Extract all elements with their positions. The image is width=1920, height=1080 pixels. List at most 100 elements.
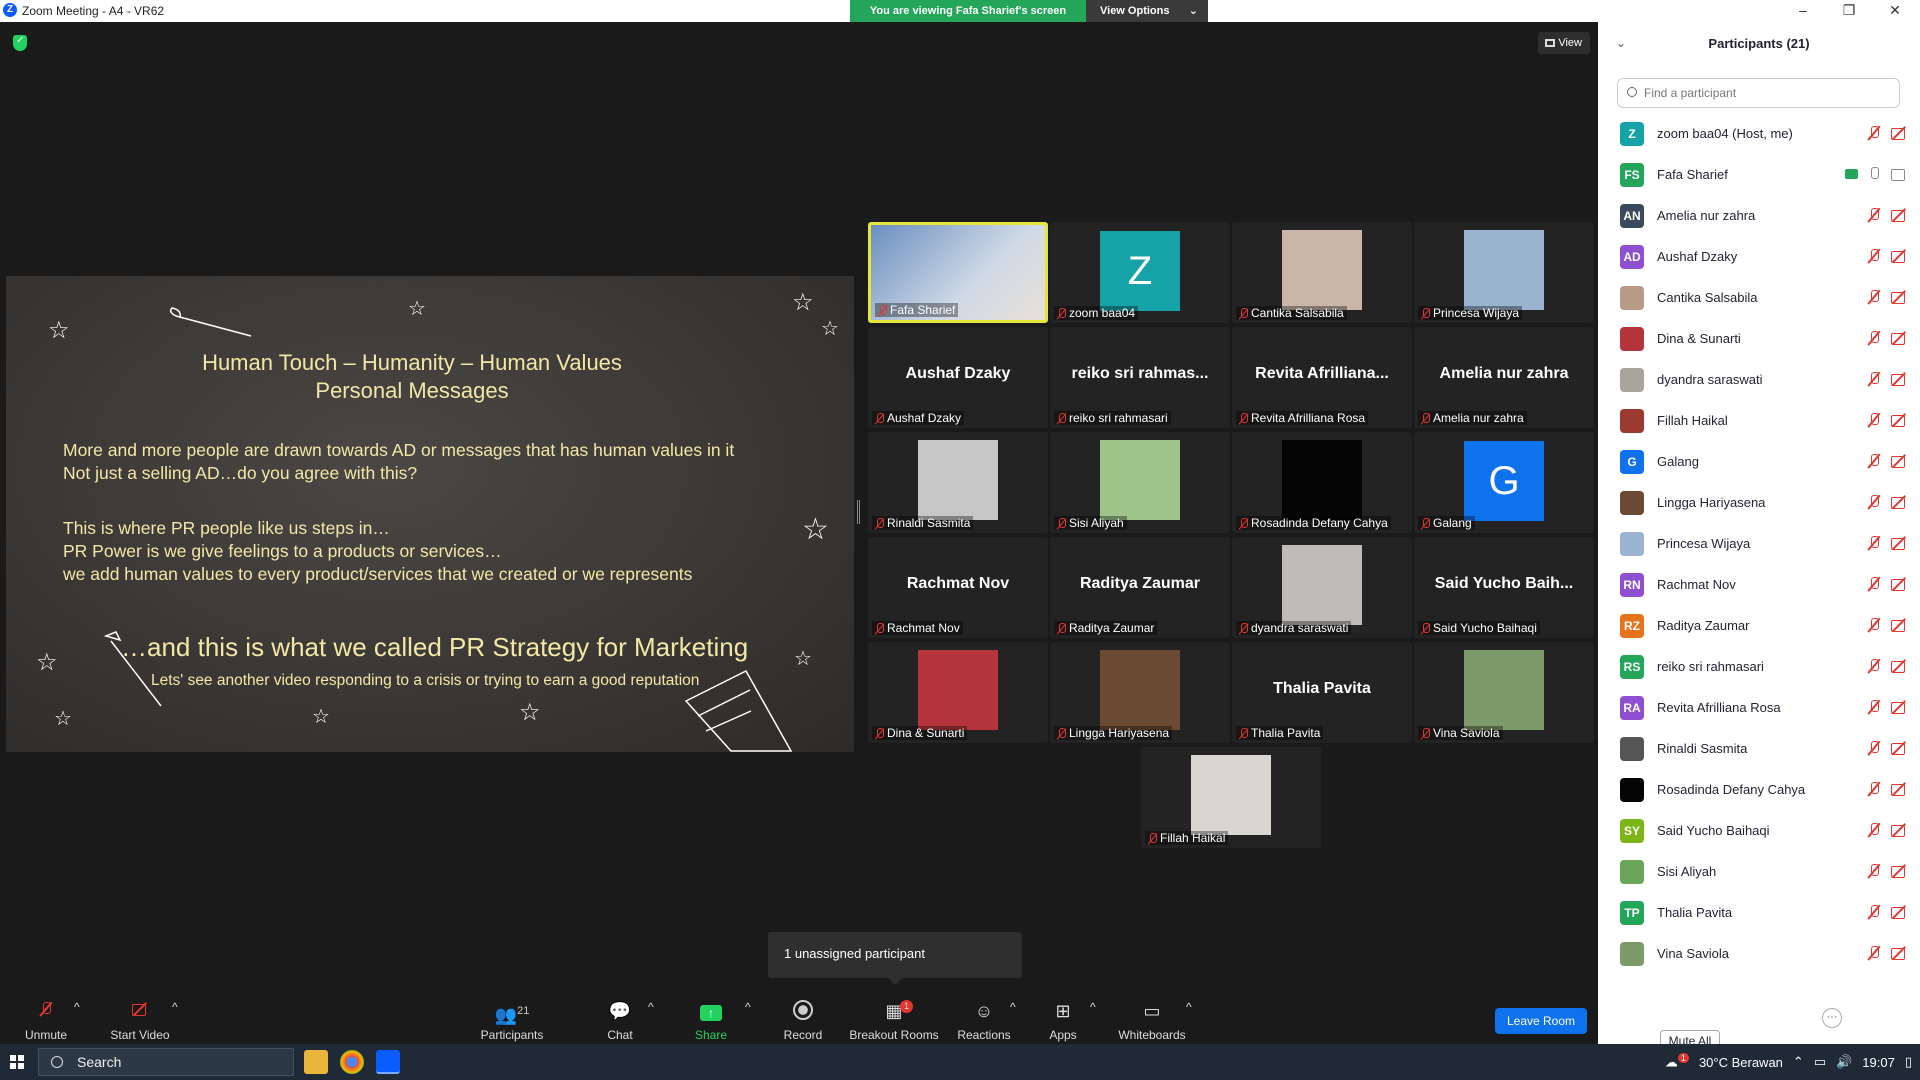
- muted-mic-icon[interactable]: [1868, 863, 1880, 879]
- video-off-icon[interactable]: [1890, 781, 1908, 797]
- file-explorer-icon[interactable]: [304, 1050, 328, 1074]
- audio-caret-button[interactable]: ^: [74, 1000, 80, 1014]
- video-off-icon[interactable]: [1890, 248, 1908, 264]
- video-tile[interactable]: Zzoom baa04: [1050, 222, 1230, 323]
- mic-icon[interactable]: [1868, 166, 1880, 182]
- muted-mic-icon[interactable]: [1868, 740, 1880, 756]
- record-button[interactable]: Record: [780, 1000, 826, 1042]
- video-tile[interactable]: reiko sri rahmas... reiko sri rahmasari: [1050, 327, 1230, 428]
- participant-row[interactable]: Cantika Salsabila: [1598, 277, 1920, 318]
- tray-chevron-icon[interactable]: ⌃: [1793, 1054, 1804, 1070]
- video-tile[interactable]: Cantika Salsabila: [1232, 222, 1412, 323]
- participant-row[interactable]: AD Aushaf Dzaky: [1598, 236, 1920, 277]
- encryption-shield-icon[interactable]: [13, 35, 27, 51]
- view-options-button[interactable]: View Options ⌄: [1086, 0, 1208, 22]
- view-button[interactable]: View: [1538, 32, 1590, 54]
- muted-mic-icon[interactable]: [1868, 248, 1880, 264]
- participant-row[interactable]: Dina & Sunarti: [1598, 318, 1920, 359]
- video-off-icon[interactable]: [1890, 289, 1908, 305]
- video-off-icon[interactable]: [1890, 125, 1908, 141]
- video-off-icon[interactable]: [1890, 330, 1908, 346]
- video-off-icon[interactable]: [1890, 453, 1908, 469]
- muted-mic-icon[interactable]: [1868, 699, 1880, 715]
- unassigned-participant-toast[interactable]: 1 unassigned participant: [768, 932, 1022, 985]
- participant-row[interactable]: Zzoom baa04 (Host, me): [1598, 113, 1920, 154]
- maximize-button[interactable]: ❐: [1826, 0, 1872, 22]
- share-caret-button[interactable]: ^: [745, 1000, 751, 1014]
- muted-mic-icon[interactable]: [1868, 207, 1880, 223]
- video-off-icon[interactable]: [1890, 699, 1908, 715]
- minimize-button[interactable]: –: [1780, 0, 1826, 22]
- muted-mic-icon[interactable]: [1868, 576, 1880, 592]
- leave-room-button[interactable]: Leave Room: [1495, 1008, 1587, 1034]
- notifications-icon[interactable]: ▯: [1905, 1054, 1912, 1070]
- weather-text[interactable]: 30°C Berawan: [1699, 1055, 1783, 1070]
- zoom-taskbar-icon[interactable]: [376, 1050, 400, 1074]
- participant-row[interactable]: RA Revita Afrilliana Rosa: [1598, 687, 1920, 728]
- muted-mic-icon[interactable]: [1868, 330, 1880, 346]
- participant-row[interactable]: FS Fafa Sharief: [1598, 154, 1920, 195]
- participant-row[interactable]: Vina Saviola: [1598, 933, 1920, 974]
- video-tile[interactable]: Dina & Sunarti: [868, 642, 1048, 743]
- reactions-button[interactable]: ☺ Reactions: [957, 1000, 1011, 1042]
- muted-mic-icon[interactable]: [1868, 904, 1880, 920]
- muted-mic-icon[interactable]: [1868, 945, 1880, 961]
- video-off-icon[interactable]: [1890, 945, 1908, 961]
- whiteboards-button[interactable]: ▭ Whiteboards: [1118, 1000, 1186, 1042]
- video-tile[interactable]: Aushaf Dzaky Aushaf Dzaky: [868, 327, 1048, 428]
- video-tile[interactable]: Rachmat Nov Rachmat Nov: [868, 537, 1048, 638]
- participant-row[interactable]: AN Amelia nur zahra: [1598, 195, 1920, 236]
- participant-row[interactable]: Princesa Wijaya: [1598, 523, 1920, 564]
- chat-button[interactable]: 💬 Chat: [600, 1000, 640, 1042]
- video-off-icon[interactable]: [1890, 576, 1908, 592]
- muted-mic-icon[interactable]: [1868, 494, 1880, 510]
- participant-row[interactable]: Rinaldi Sasmita: [1598, 728, 1920, 769]
- video-off-icon[interactable]: [1890, 371, 1908, 387]
- video-caret-button[interactable]: ^: [172, 1000, 178, 1014]
- video-tile[interactable]: Rinaldi Sasmita: [868, 432, 1048, 533]
- chat-caret-button[interactable]: ^: [648, 1000, 654, 1014]
- participant-row[interactable]: RN Rachmat Nov: [1598, 564, 1920, 605]
- volume-icon[interactable]: 🔊: [1836, 1054, 1852, 1070]
- reactions-caret-button[interactable]: ^: [1010, 1000, 1016, 1014]
- split-resize-handle[interactable]: [857, 500, 860, 524]
- video-off-icon[interactable]: [1890, 904, 1908, 920]
- windows-start-icon[interactable]: [10, 1055, 24, 1069]
- video-icon[interactable]: [1890, 166, 1908, 182]
- participant-row[interactable]: TP Thalia Pavita: [1598, 892, 1920, 933]
- video-tile[interactable]: Amelia nur zahra Amelia nur zahra: [1414, 327, 1594, 428]
- video-tile[interactable]: dyandra saraswati: [1232, 537, 1412, 638]
- start-video-button[interactable]: Start Video: [105, 1000, 175, 1042]
- muted-mic-icon[interactable]: [1868, 371, 1880, 387]
- video-off-icon[interactable]: [1890, 494, 1908, 510]
- participant-search-input[interactable]: Find a participant: [1617, 78, 1900, 108]
- participant-row[interactable]: RS reiko sri rahmasari: [1598, 646, 1920, 687]
- muted-mic-icon[interactable]: [1868, 289, 1880, 305]
- participant-row[interactable]: SY Said Yucho Baihaqi: [1598, 810, 1920, 851]
- participants-button[interactable]: 👥21 Participants: [480, 1000, 544, 1042]
- taskbar-search-box[interactable]: Search: [38, 1048, 294, 1076]
- muted-mic-icon[interactable]: [1868, 125, 1880, 141]
- video-tile[interactable]: Lingga Hariyasena: [1050, 642, 1230, 743]
- video-tile[interactable]: Rosadinda Defany Cahya: [1232, 432, 1412, 533]
- whiteboards-caret-button[interactable]: ^: [1186, 1000, 1192, 1014]
- muted-mic-icon[interactable]: [1868, 412, 1880, 428]
- muted-mic-icon[interactable]: [1868, 535, 1880, 551]
- participant-row[interactable]: Lingga Hariyasena: [1598, 482, 1920, 523]
- video-tile[interactable]: Said Yucho Baih... Said Yucho Baihaqi: [1414, 537, 1594, 638]
- participant-row[interactable]: G Galang: [1598, 441, 1920, 482]
- unmute-button[interactable]: Unmute: [20, 1000, 72, 1042]
- muted-mic-icon[interactable]: [1868, 453, 1880, 469]
- video-off-icon[interactable]: [1890, 617, 1908, 633]
- video-tile[interactable]: Princesa Wijaya: [1414, 222, 1594, 323]
- muted-mic-icon[interactable]: [1868, 822, 1880, 838]
- video-off-icon[interactable]: [1890, 412, 1908, 428]
- apps-button[interactable]: ⊞ Apps: [1048, 1000, 1078, 1042]
- video-tile[interactable]: G Galang: [1414, 432, 1594, 533]
- video-tile[interactable]: Fillah Haikal: [1141, 747, 1321, 848]
- muted-mic-icon[interactable]: [1868, 617, 1880, 633]
- video-tile[interactable]: Sisi Aliyah: [1050, 432, 1230, 533]
- video-tile[interactable]: Vina Saviola: [1414, 642, 1594, 743]
- chrome-icon[interactable]: [340, 1050, 364, 1074]
- video-off-icon[interactable]: [1890, 740, 1908, 756]
